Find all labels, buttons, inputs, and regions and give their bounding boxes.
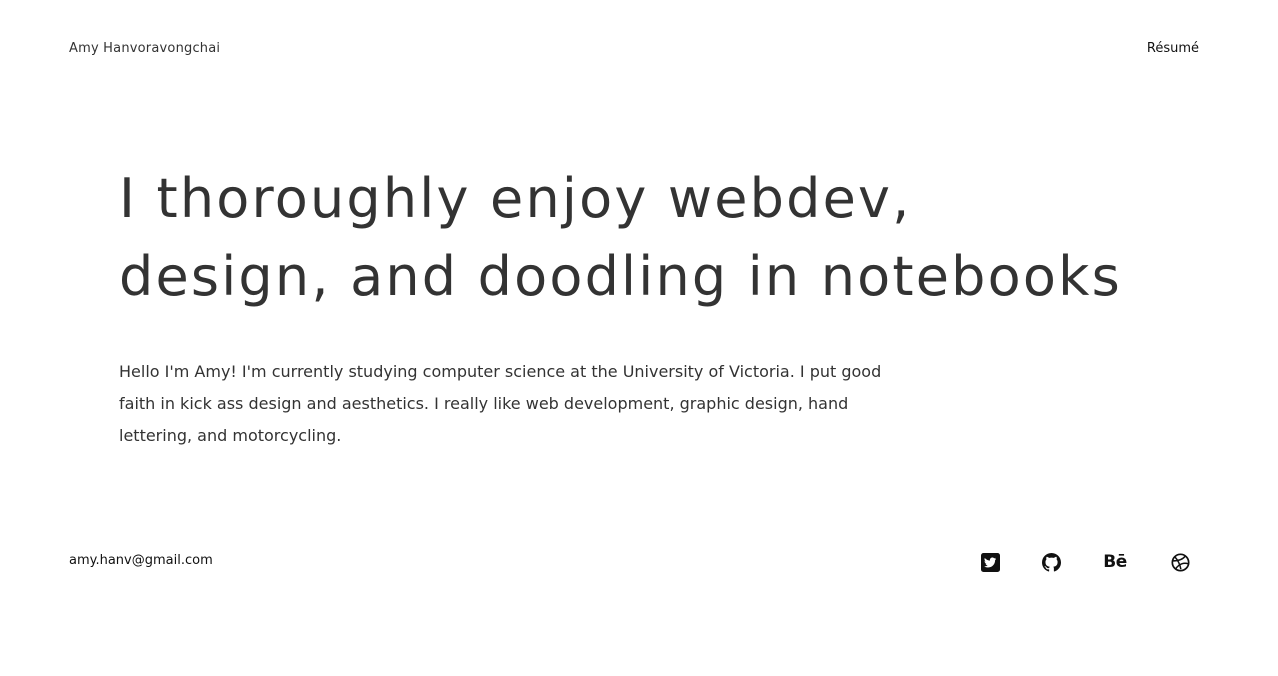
email-link[interactable]: amy.hanv@gmail.com [69,553,213,568]
bio-paragraph: Hello I'm Amy! I'm currently studying co… [119,362,882,445]
resume-link[interactable]: Résumé [1147,41,1199,56]
dribbble-icon [1170,552,1190,572]
behance-link[interactable]: Bē [1101,551,1129,573]
hero-title: I thoroughly enjoy webdev, design, and d… [119,160,1219,316]
github-link[interactable] [1041,551,1061,573]
github-icon [1041,552,1061,572]
site-name-link[interactable]: Amy Hanvoravongchai [69,41,220,56]
hero-title-line-1: I thoroughly enjoy webdev, [119,167,912,230]
hero-title-line-2: design, and doodling in notebooks [119,245,1122,308]
dribbble-link[interactable] [1170,551,1190,573]
twitter-link[interactable] [980,551,1000,573]
twitter-icon [980,552,1000,572]
behance-icon: Bē [1103,552,1127,572]
